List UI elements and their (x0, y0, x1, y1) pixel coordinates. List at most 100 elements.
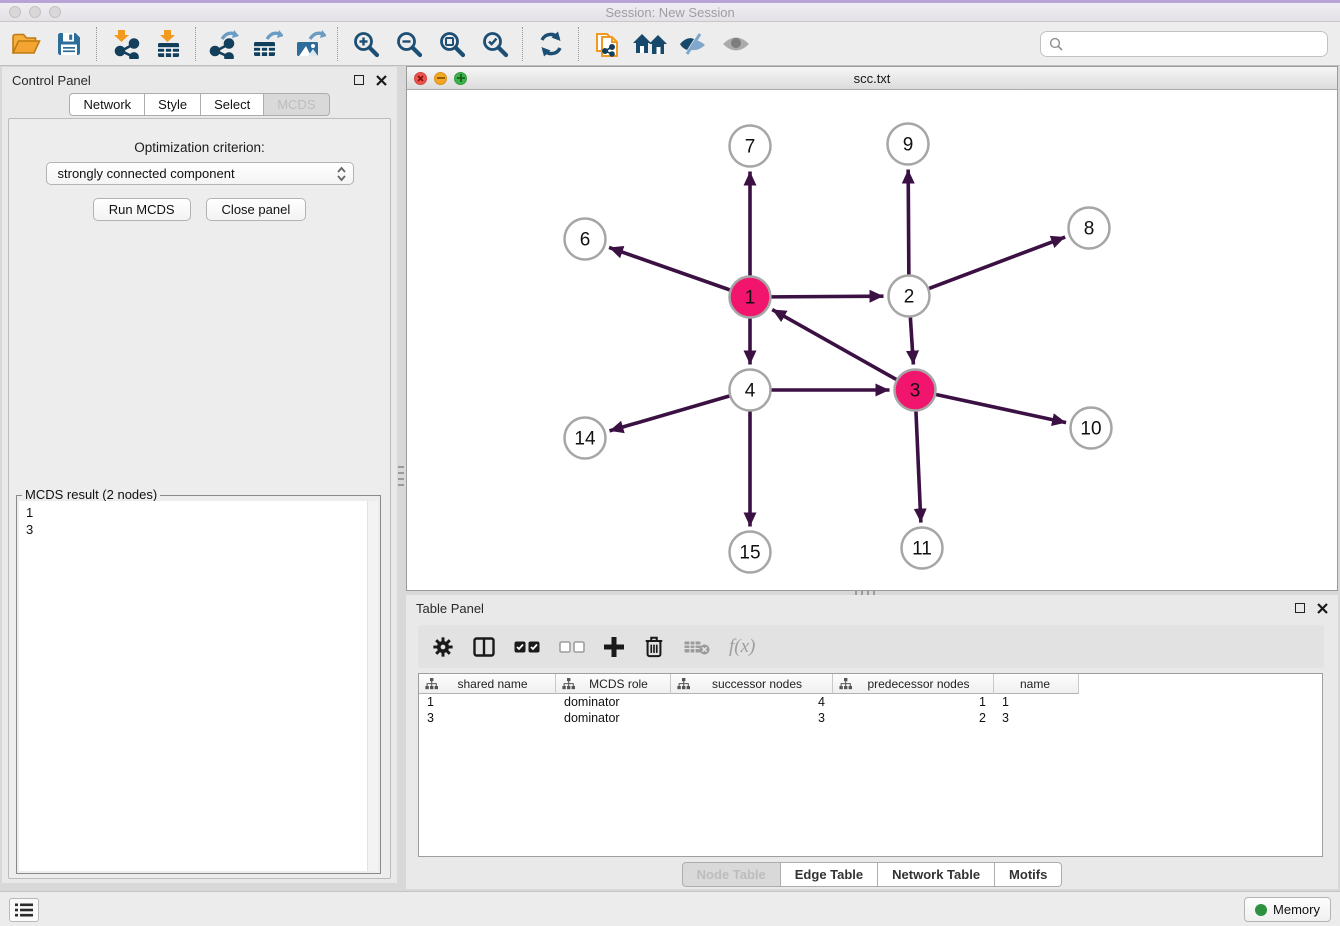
network-view-window: scc.txt 7968124314101511 (406, 66, 1338, 591)
zoom-fit-button[interactable] (430, 25, 473, 63)
export-image-button[interactable] (288, 25, 331, 63)
clone-network-button[interactable] (585, 25, 628, 63)
memory-button[interactable]: Memory (1244, 897, 1331, 922)
float-panel-icon[interactable] (1295, 603, 1305, 613)
column-type-icon (425, 678, 438, 690)
graph-edge-3-11[interactable] (916, 411, 921, 522)
vertical-splitter-grip[interactable] (398, 466, 404, 488)
mcds-result-list[interactable]: 13 (19, 501, 378, 871)
export-table-button[interactable] (245, 25, 288, 63)
close-panel-icon[interactable] (376, 75, 387, 86)
import-network-button[interactable] (103, 25, 146, 63)
zoom-selected-button[interactable] (473, 25, 516, 63)
zoom-out-icon (395, 30, 423, 58)
export-network-button[interactable] (202, 25, 245, 63)
table-cell: 4 (671, 695, 833, 709)
column-header-name[interactable]: name (994, 674, 1079, 694)
graph-edge-1-6[interactable] (609, 247, 730, 289)
export-network-icon (208, 29, 240, 59)
hide-eye-button[interactable] (671, 25, 714, 63)
home-button[interactable] (628, 25, 671, 63)
run-mcds-button[interactable]: Run MCDS (93, 198, 191, 221)
fx-icon: f(x) (729, 636, 755, 658)
gear-icon (432, 636, 454, 658)
add-column-button[interactable] (604, 637, 624, 657)
open-folder-icon (11, 31, 41, 57)
graph-edge-2-9[interactable] (908, 169, 909, 274)
delete-table-button[interactable] (684, 639, 710, 655)
refresh-view-button[interactable] (529, 25, 572, 63)
toolbar-separator (337, 27, 338, 61)
search-field[interactable] (1040, 31, 1328, 57)
network-window-titlebar[interactable]: scc.txt (407, 67, 1337, 90)
graph-edge-4-14[interactable] (609, 396, 729, 431)
column-header-shared-name[interactable]: shared name (419, 674, 556, 694)
table-cell: 2 (833, 711, 994, 725)
table-settings-button[interactable] (432, 636, 454, 658)
zoom-out-button[interactable] (387, 25, 430, 63)
graph-edge-2-3[interactable] (910, 317, 913, 364)
double-home-icon (632, 31, 668, 57)
close-panel-button[interactable]: Close panel (206, 198, 307, 221)
deselect-all-button[interactable] (559, 641, 585, 653)
graph-edge-2-8[interactable] (929, 237, 1065, 288)
network-graph[interactable]: 7968124314101511 (407, 90, 1337, 590)
zoom-in-button[interactable] (344, 25, 387, 63)
criterion-select-value: strongly connected component (58, 166, 336, 181)
save-session-button[interactable] (47, 25, 90, 63)
tab-network-table[interactable]: Network Table (878, 862, 995, 887)
function-builder-button[interactable]: f(x) (729, 636, 755, 658)
search-icon (1049, 37, 1063, 51)
graph-edge-3-10[interactable] (936, 395, 1066, 423)
import-network-icon (110, 29, 140, 59)
delete-table-icon (684, 639, 710, 655)
zoom-in-icon (352, 30, 380, 58)
column-header-predecessor-nodes[interactable]: predecessor nodes (833, 674, 994, 694)
split-panel-button[interactable] (473, 637, 495, 657)
select-all-button[interactable] (514, 641, 540, 653)
graph-node-label: 4 (745, 381, 756, 402)
export-table-icon (251, 29, 283, 59)
column-header-MCDS-role[interactable]: MCDS role (556, 674, 671, 694)
table-header-row: shared name MCDS role successor nodes pr… (419, 674, 1322, 694)
table-panel-title: Table Panel (416, 601, 484, 616)
tab-select[interactable]: Select (201, 93, 264, 116)
graph-edge-1-2[interactable] (771, 296, 883, 297)
graph-node-label: 1 (745, 288, 756, 309)
column-header-successor-nodes[interactable]: successor nodes (671, 674, 833, 694)
result-scrollbar[interactable] (367, 501, 378, 871)
graph-edge-3-1[interactable] (772, 310, 896, 380)
delete-columns-button[interactable] (643, 635, 665, 658)
node-table[interactable]: shared name MCDS role successor nodes pr… (418, 673, 1323, 857)
graph-node-label: 15 (739, 543, 760, 564)
criterion-select[interactable]: strongly connected component (46, 162, 354, 185)
tab-node-table[interactable]: Node Table (682, 862, 781, 887)
close-panel-icon[interactable] (1317, 603, 1328, 614)
column-type-icon (677, 678, 690, 690)
table-row[interactable]: 1dominator411 (419, 694, 1322, 710)
tab-mcds[interactable]: MCDS (264, 93, 329, 116)
export-image-icon (294, 29, 326, 59)
plus-icon (604, 637, 624, 657)
network-canvas[interactable]: 7968124314101511 (407, 90, 1337, 590)
search-input[interactable] (1069, 36, 1319, 51)
tab-motifs[interactable]: Motifs (995, 862, 1062, 887)
task-history-button[interactable] (9, 898, 39, 922)
result-line: 3 (26, 521, 371, 538)
open-file-button[interactable] (4, 25, 47, 63)
table-cell: dominator (556, 711, 671, 725)
tab-edge-table[interactable]: Edge Table (781, 862, 878, 887)
graph-node-label: 2 (904, 287, 915, 308)
table-panel-tabs: Node TableEdge TableNetwork TableMotifs (406, 862, 1338, 887)
show-eye-button[interactable] (714, 25, 757, 63)
tab-network[interactable]: Network (69, 93, 145, 116)
trash-icon (643, 635, 665, 658)
table-row[interactable]: 3dominator323 (419, 710, 1322, 726)
toolbar-separator (578, 27, 579, 61)
tab-style[interactable]: Style (145, 93, 201, 116)
import-table-button[interactable] (146, 25, 189, 63)
status-bar: Memory (0, 891, 1340, 926)
mcds-result-title: MCDS result (2 nodes) (22, 487, 160, 502)
float-panel-icon[interactable] (354, 75, 364, 85)
window-title: Session: New Session (0, 5, 1340, 20)
